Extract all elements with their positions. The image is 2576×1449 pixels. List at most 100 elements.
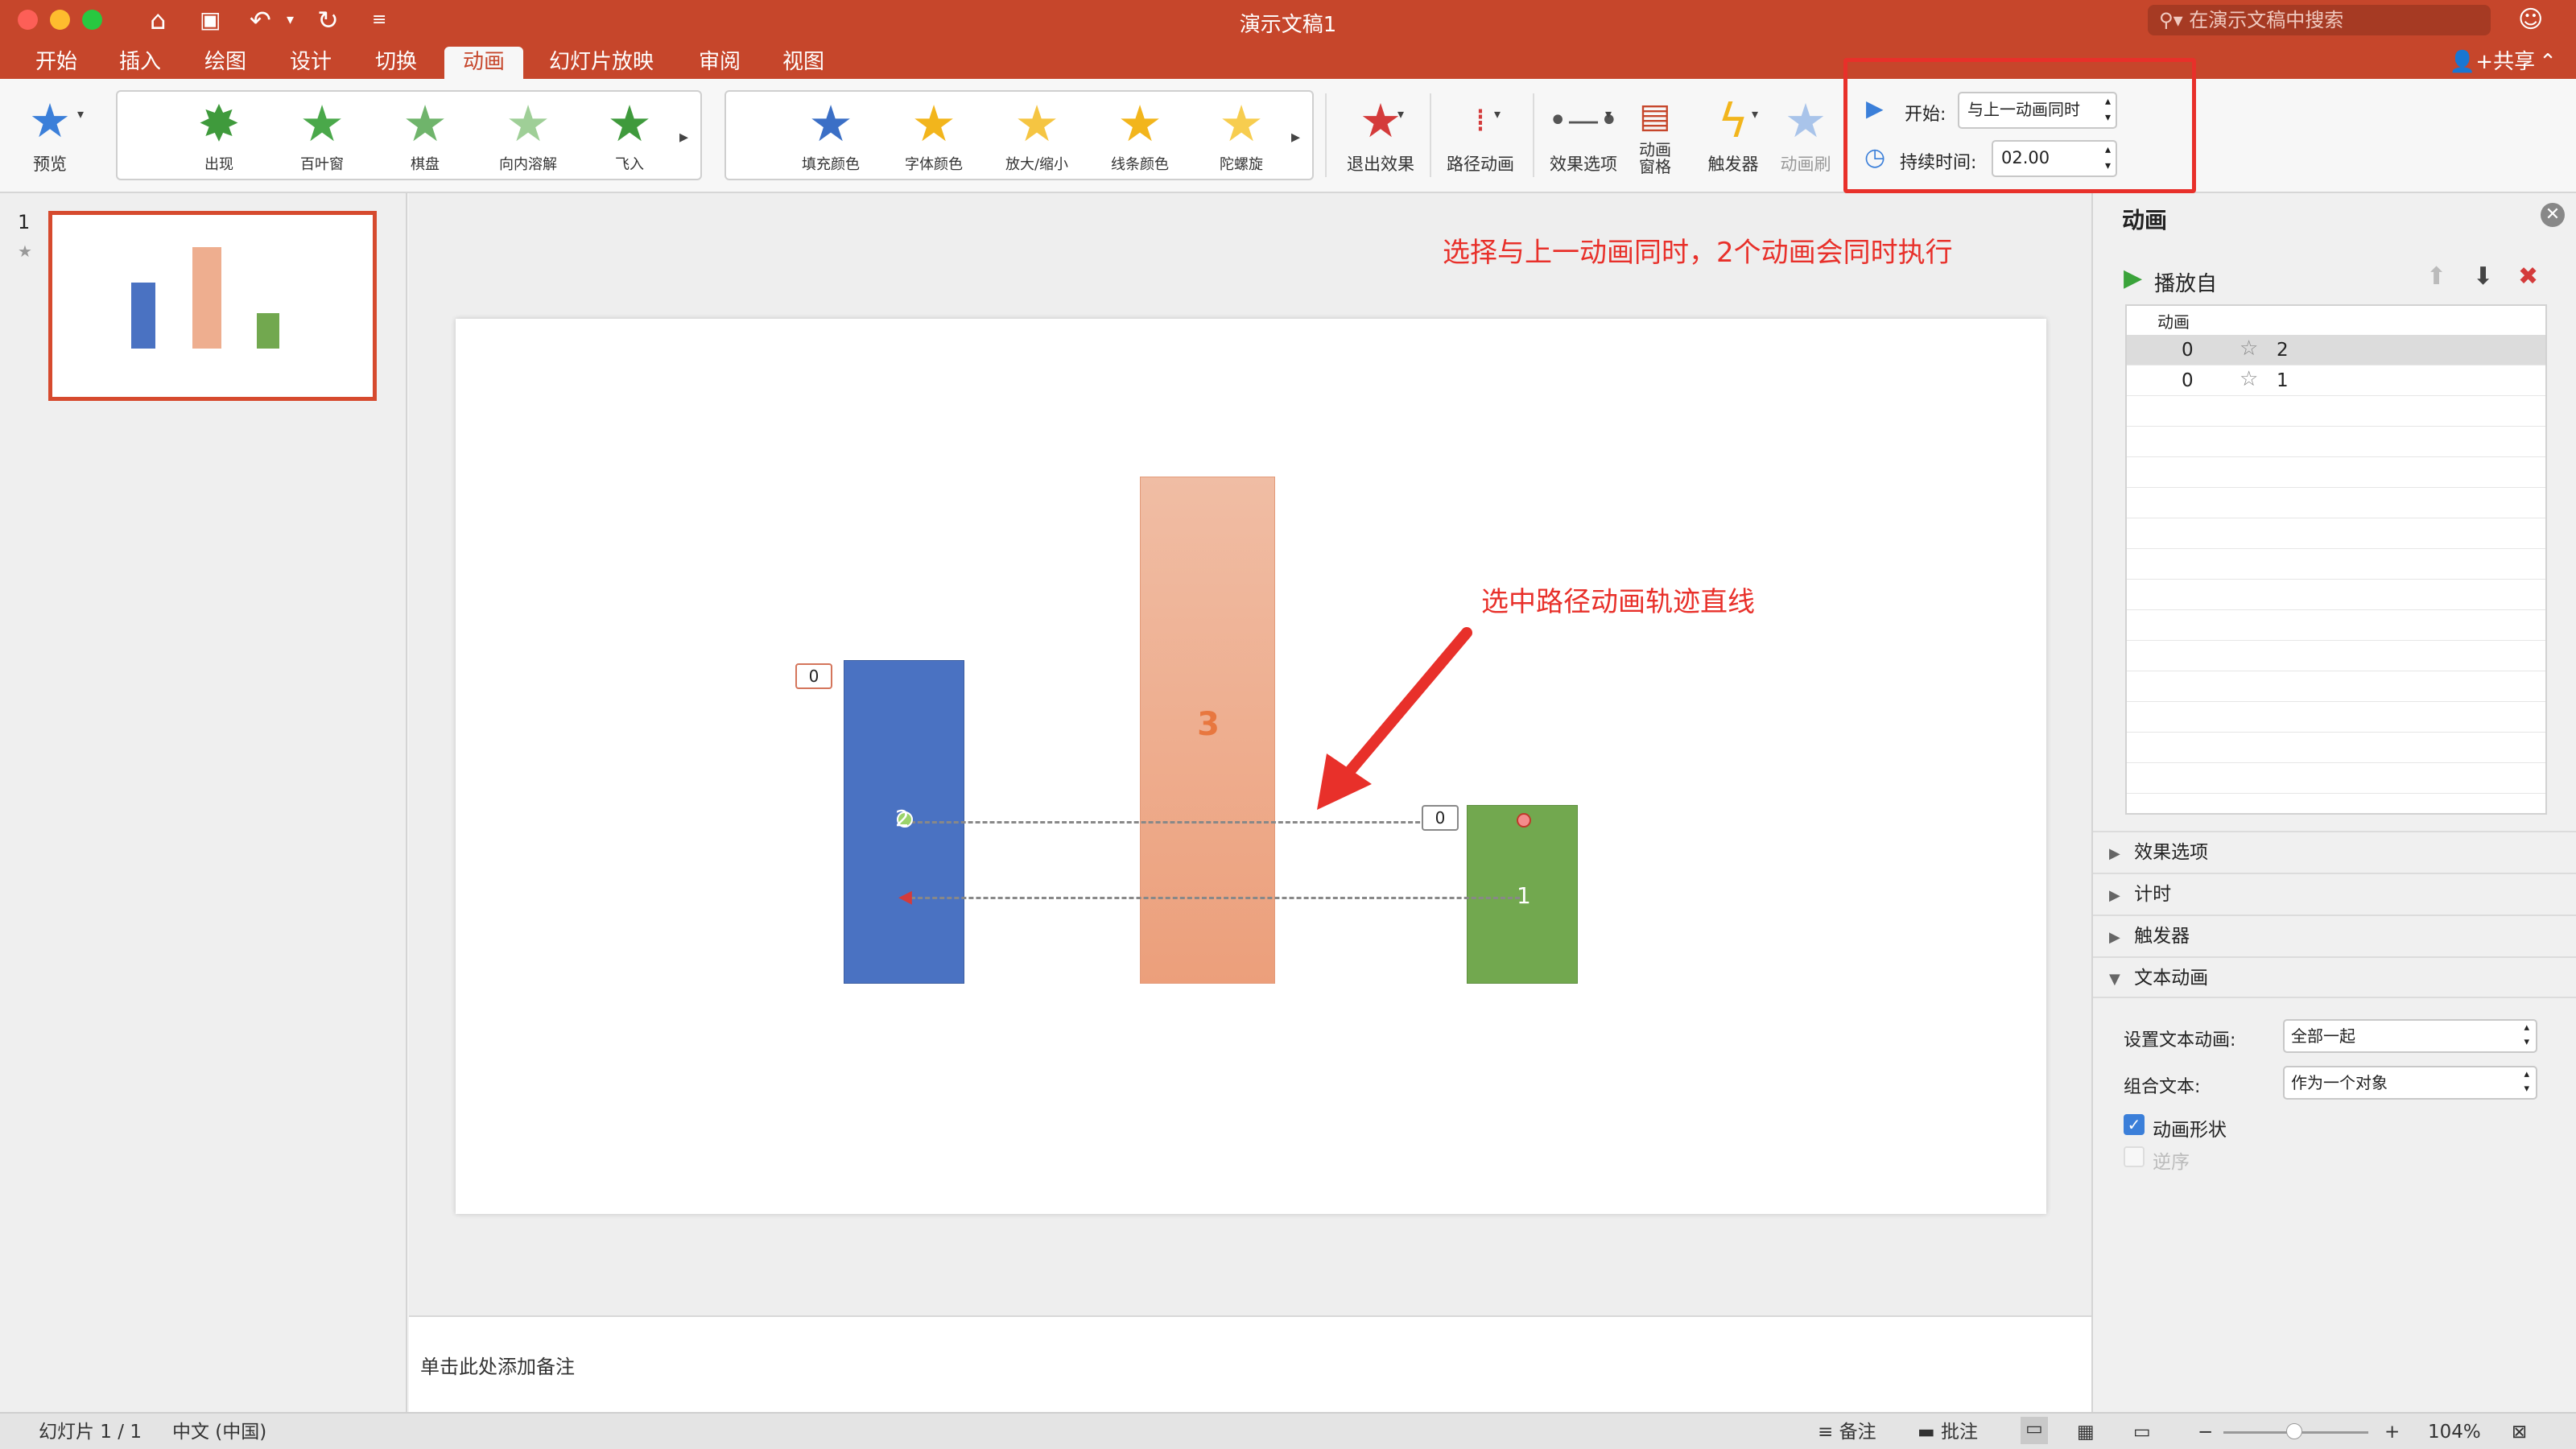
effect-blinds[interactable]: ★ 百叶窗 — [274, 92, 370, 180]
animation-list: 动画 0 ☆ 2 0 ☆ 1 — [2125, 304, 2547, 815]
animation-painter-button[interactable]: ★ 动画刷 — [1769, 90, 1842, 175]
effect-grow-shrink[interactable]: ★ 放大/缩小 — [989, 92, 1085, 180]
animation-tag-left[interactable]: 0 — [795, 663, 832, 689]
path-end-marker[interactable] — [1517, 813, 1531, 828]
effect-options-dropdown-icon[interactable]: ▾ — [1605, 106, 1612, 122]
animation-row[interactable]: 0 ☆ 1 — [2127, 365, 2545, 396]
tab-design[interactable]: 设计 — [277, 47, 345, 79]
animation-indicator-icon: ★ — [18, 242, 32, 261]
marker-blue-label: 2 — [895, 805, 910, 832]
zoom-in-icon[interactable]: + — [2384, 1420, 2400, 1444]
exit-effect-button[interactable]: ★ 退出效果 — [1336, 90, 1425, 175]
smiley-feedback-icon[interactable]: ☺ — [2518, 6, 2543, 34]
effect-label: 向内溶解 — [499, 156, 557, 173]
path-end-arrow-icon[interactable]: ◀ — [898, 887, 912, 907]
animation-name: 1 — [2277, 370, 2289, 391]
section-text-animation[interactable]: ▼ 文本动画 — [2093, 956, 2576, 998]
tab-home[interactable]: 开始 — [23, 47, 90, 79]
zoom-out-icon[interactable]: − — [2198, 1420, 2213, 1444]
language-indicator[interactable]: 中文 (中国) — [172, 1420, 266, 1444]
line-color-star-icon: ★ — [1117, 94, 1162, 153]
play-icon[interactable]: ▶ — [2124, 264, 2142, 292]
comments-toggle[interactable]: ▬ 批注 — [1918, 1420, 1978, 1444]
blinds-star-icon: ★ — [299, 94, 345, 153]
effect-checkerboard[interactable]: ★ 棋盘 — [377, 92, 473, 180]
effect-line-color[interactable]: ★ 线条颜色 — [1092, 92, 1188, 180]
path-dropdown-icon[interactable]: ▾ — [1494, 106, 1501, 122]
notes-icon: ≡ — [1818, 1422, 1839, 1443]
slide-sorter-icon[interactable]: ▦ — [2077, 1420, 2095, 1444]
updown-icon: ▴ ▾ — [2524, 1068, 2529, 1095]
effect-fill-color[interactable]: ★ 填充颜色 — [782, 92, 879, 180]
motion-path-line-upper[interactable] — [903, 821, 1435, 824]
animate-shape-checkbox[interactable]: ✓ — [2124, 1114, 2145, 1135]
effect-label: 百叶窗 — [300, 156, 344, 173]
slide-thumbnail[interactable] — [48, 211, 377, 401]
reverse-order-checkbox[interactable] — [2124, 1146, 2145, 1167]
section-triggers[interactable]: ▶ 触发器 — [2093, 914, 2576, 956]
thumb-bar-orange — [192, 247, 221, 349]
expand-icon: ▶ — [2109, 845, 2120, 862]
effect-dissolve-in[interactable]: ★ 向内溶解 — [480, 92, 576, 180]
thumb-bar-green — [257, 313, 279, 349]
collapse-ribbon-icon[interactable]: ⌃ — [2528, 47, 2568, 79]
section-effect-options[interactable]: ▶ 效果选项 — [2093, 831, 2576, 873]
effect-fly-in[interactable]: ★ 飞入 — [581, 92, 678, 180]
annotation-middle: 选中路径动画轨迹直线 — [1481, 586, 1755, 618]
play-from-label[interactable]: 播放自 — [2154, 267, 2217, 297]
effect-label: 填充颜色 — [802, 156, 860, 173]
bar-orange[interactable]: 3 — [1140, 477, 1275, 984]
section-timing[interactable]: ▶ 计时 — [2093, 873, 2576, 914]
exit-effect-label: 退出效果 — [1347, 155, 1414, 174]
trigger-dropdown-icon[interactable]: ▾ — [1752, 106, 1758, 122]
notes-toggle[interactable]: ≡ 备注 — [1818, 1420, 1876, 1444]
tab-draw[interactable]: 绘图 — [192, 47, 259, 79]
trigger-button[interactable]: ϟ 触发器 — [1697, 90, 1769, 175]
add-person-icon: 👤+ — [2449, 50, 2494, 74]
effect-options-button[interactable]: •—• 效果选项 — [1539, 90, 1628, 175]
preview-button[interactable]: ★ 预览 — [10, 90, 90, 175]
annotation-top: 选择与上一动画同时，2个动画会同时执行 — [1443, 237, 1953, 269]
exit-dropdown-icon[interactable]: ▾ — [1397, 106, 1404, 122]
zoom-slider-thumb[interactable] — [2286, 1423, 2302, 1439]
slide[interactable]: 3 2 ◀ 1 0 0 — [456, 319, 2046, 1214]
path-icon: ⁞ — [1475, 102, 1486, 139]
effect-spin[interactable]: ★ 陀螺旋 — [1193, 92, 1290, 180]
motion-star-icon: ☆ — [2240, 367, 2259, 391]
zoom-level[interactable]: 104% — [2428, 1420, 2481, 1444]
notes-label: 备注 — [1839, 1422, 1876, 1443]
tab-review[interactable]: 审阅 — [686, 47, 753, 79]
section-label: 计时 — [2134, 884, 2172, 905]
search-input[interactable]: ⚲▾ 在演示文稿中搜索 — [2148, 5, 2491, 35]
group-text-select[interactable]: 作为一个对象 ▴ ▾ — [2283, 1066, 2537, 1100]
empty-row — [2127, 457, 2545, 488]
animation-pane-button[interactable]: ▤ 动画 窗格 — [1633, 90, 1678, 175]
motion-path-line-lower[interactable] — [903, 897, 1520, 899]
effect-appear[interactable]: ✸ 出现 — [171, 92, 267, 180]
tab-slideshow[interactable]: 幻灯片放映 — [541, 47, 662, 79]
path-animation-label: 路径动画 — [1447, 155, 1514, 174]
text-animation-select[interactable]: 全部一起 ▴ ▾ — [2283, 1019, 2537, 1053]
move-up-icon[interactable]: ⬆ — [2426, 262, 2446, 291]
tab-insert[interactable]: 插入 — [106, 47, 174, 79]
gallery-more-icon[interactable]: ▸ — [1291, 127, 1300, 147]
tab-animations[interactable]: 动画 — [444, 47, 523, 79]
animation-row[interactable]: 0 ☆ 2 — [2127, 335, 2545, 365]
spin-star-icon: ★ — [1219, 94, 1264, 153]
font-color-star-icon: ★ — [911, 94, 956, 153]
emphasis-effects-gallery: ★ 填充颜色 ★ 字体颜色 ★ 放大/缩小 ★ 线条颜色 ★ 陀螺旋 ▸ — [724, 90, 1314, 180]
effect-font-color[interactable]: ★ 字体颜色 — [886, 92, 982, 180]
normal-view-icon[interactable]: ▭ — [2021, 1417, 2048, 1444]
delete-animation-icon[interactable]: ✖ — [2518, 262, 2538, 291]
tab-transitions[interactable]: 切换 — [362, 47, 430, 79]
preview-dropdown-icon[interactable]: ▾ — [77, 106, 84, 122]
move-down-icon[interactable]: ⬇ — [2473, 262, 2493, 291]
reading-view-icon[interactable]: ▭ — [2133, 1420, 2151, 1444]
close-pane-icon[interactable]: ✕ — [2541, 203, 2565, 227]
path-animation-button[interactable]: ⁞ 路径动画 — [1436, 90, 1525, 175]
tab-view[interactable]: 视图 — [770, 47, 837, 79]
notes-pane[interactable]: 单击此处添加备注 — [409, 1315, 2091, 1412]
gallery-more-icon[interactable]: ▸ — [679, 127, 688, 147]
fit-to-window-icon[interactable]: ⊠ — [2512, 1420, 2527, 1444]
trigger-label: 触发器 — [1707, 155, 1759, 174]
